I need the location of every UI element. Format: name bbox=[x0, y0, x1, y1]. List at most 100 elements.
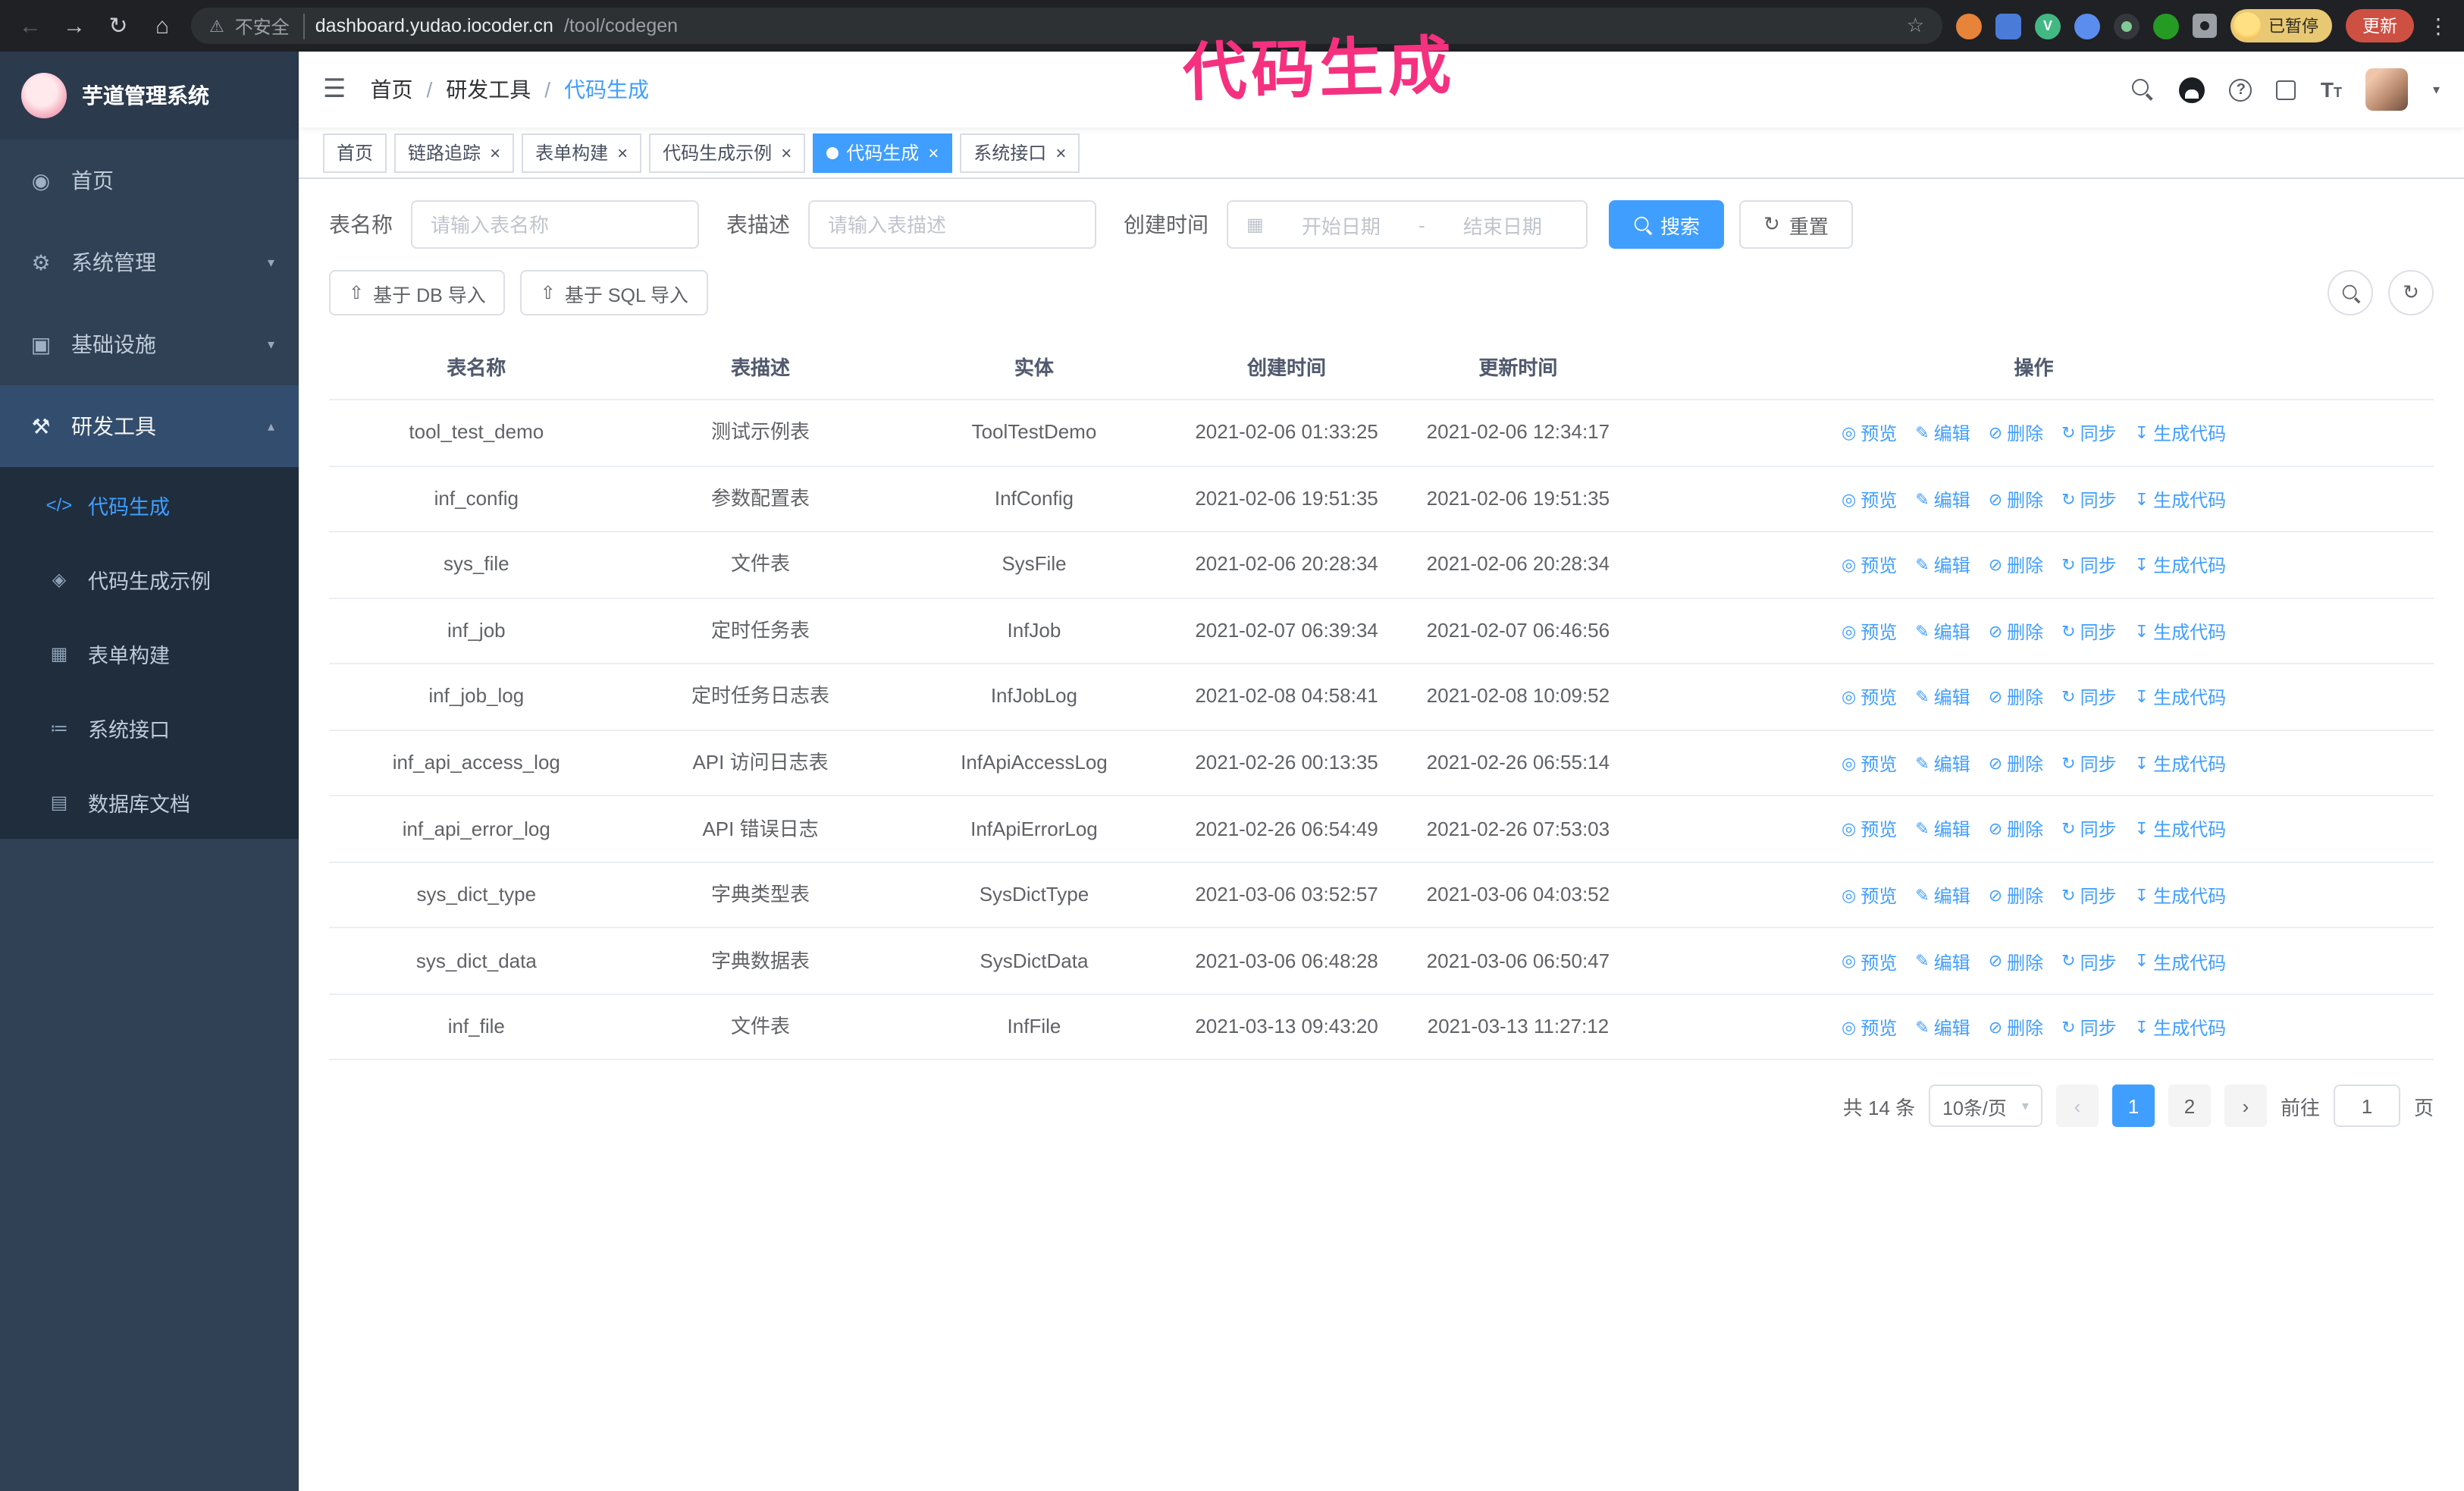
action-generate[interactable]: ↧ 生成代码 bbox=[2135, 419, 2226, 450]
action-sync[interactable]: ↻ 同步 bbox=[2061, 419, 2116, 450]
breadcrumb-item[interactable]: 研发工具 bbox=[446, 74, 531, 105]
close-icon[interactable]: × bbox=[1055, 142, 1066, 163]
sidebar-subitem-codegen-example[interactable]: ◈ 代码生成示例 bbox=[0, 541, 299, 616]
tab-codegen[interactable]: 代码生成 × bbox=[813, 133, 953, 172]
fullscreen-icon[interactable] bbox=[2276, 80, 2296, 99]
browser-menu-icon[interactable]: ⋮ bbox=[2428, 13, 2449, 39]
page-button-1[interactable]: 1 bbox=[2111, 1085, 2155, 1128]
action-edit[interactable]: ✎ 编辑 bbox=[1915, 749, 1970, 780]
sidebar-subitem-codegen[interactable]: </> 代码生成 bbox=[0, 467, 299, 541]
user-avatar[interactable] bbox=[2365, 68, 2409, 111]
import-sql-button[interactable]: ⇧ 基于 SQL 导入 bbox=[520, 270, 708, 315]
sidebar-item-system[interactable]: ⚙ 系统管理 ▾ bbox=[0, 221, 299, 303]
address-bar[interactable]: ⚠ 不安全 dashboard.yudao.iocoder.cn /tool/c… bbox=[191, 8, 1942, 44]
action-preview[interactable]: ◎ 预览 bbox=[1842, 683, 1897, 714]
action-delete[interactable]: ⊘ 删除 bbox=[1989, 749, 2043, 780]
action-generate[interactable]: ↧ 生成代码 bbox=[2135, 881, 2226, 912]
action-sync[interactable]: ↻ 同步 bbox=[2061, 881, 2116, 912]
tab-form-builder[interactable]: 表单构建 × bbox=[522, 133, 642, 172]
action-sync[interactable]: ↻ 同步 bbox=[2061, 617, 2116, 648]
hamburger-icon[interactable]: ☰ bbox=[323, 74, 346, 105]
prev-page-button[interactable]: ‹ bbox=[2055, 1085, 2099, 1128]
action-sync[interactable]: ↻ 同步 bbox=[2061, 1013, 2116, 1044]
action-sync[interactable]: ↻ 同步 bbox=[2061, 815, 2116, 846]
action-preview[interactable]: ◎ 预览 bbox=[1842, 749, 1897, 780]
bookmark-star-icon[interactable]: ☆ bbox=[1907, 14, 1924, 38]
extension-icon-4[interactable] bbox=[2114, 13, 2140, 39]
action-generate[interactable]: ↧ 生成代码 bbox=[2135, 617, 2226, 648]
sidebar-subitem-api[interactable]: ≔ 系统接口 bbox=[0, 690, 299, 764]
action-sync[interactable]: ↻ 同步 bbox=[2061, 551, 2116, 582]
sidebar-item-home[interactable]: ◉ 首页 bbox=[0, 140, 299, 221]
tab-home[interactable]: 首页 bbox=[323, 133, 387, 172]
extension-icon-1[interactable] bbox=[1956, 13, 1982, 39]
extension-icon-5[interactable] bbox=[2153, 13, 2179, 39]
action-preview[interactable]: ◎ 预览 bbox=[1842, 947, 1897, 978]
browser-home-icon[interactable]: ⌂ bbox=[147, 13, 177, 39]
action-delete[interactable]: ⊘ 删除 bbox=[1989, 485, 2043, 516]
action-preview[interactable]: ◎ 预览 bbox=[1842, 617, 1897, 648]
extensions-puzzle-icon[interactable] bbox=[2193, 14, 2217, 38]
forward-icon[interactable]: → bbox=[59, 13, 89, 39]
close-icon[interactable]: × bbox=[928, 142, 939, 163]
action-preview[interactable]: ◎ 预览 bbox=[1842, 881, 1897, 912]
action-edit[interactable]: ✎ 编辑 bbox=[1915, 419, 1970, 450]
sidebar-subitem-form-builder[interactable]: ▦ 表单构建 bbox=[0, 616, 299, 690]
back-icon[interactable]: ← bbox=[15, 13, 45, 39]
breadcrumb-item[interactable]: 首页 bbox=[371, 74, 413, 105]
action-delete[interactable]: ⊘ 删除 bbox=[1989, 419, 2043, 450]
sidebar-item-devtools[interactable]: ⚒ 研发工具 ▴ bbox=[0, 385, 299, 467]
goto-page-input[interactable] bbox=[2333, 1085, 2400, 1128]
browser-update-button[interactable]: 更新 bbox=[2346, 9, 2414, 42]
action-delete[interactable]: ⊘ 删除 bbox=[1989, 617, 2043, 648]
sidebar-subitem-db-doc[interactable]: ▤ 数据库文档 bbox=[0, 764, 299, 839]
security-label[interactable]: 不安全 bbox=[235, 13, 305, 39]
action-delete[interactable]: ⊘ 删除 bbox=[1989, 815, 2043, 846]
action-preview[interactable]: ◎ 预览 bbox=[1842, 815, 1897, 846]
action-generate[interactable]: ↧ 生成代码 bbox=[2135, 1013, 2226, 1044]
action-delete[interactable]: ⊘ 删除 bbox=[1989, 881, 2043, 912]
action-generate[interactable]: ↧ 生成代码 bbox=[2135, 815, 2226, 846]
action-preview[interactable]: ◎ 预览 bbox=[1842, 551, 1897, 582]
action-edit[interactable]: ✎ 编辑 bbox=[1915, 881, 1970, 912]
action-edit[interactable]: ✎ 编辑 bbox=[1915, 947, 1970, 978]
close-icon[interactable]: × bbox=[617, 142, 628, 163]
extension-icon-2[interactable] bbox=[1995, 13, 2021, 39]
page-button-2[interactable]: 2 bbox=[2168, 1085, 2211, 1128]
search-button[interactable]: 搜索 bbox=[1609, 200, 1725, 249]
font-size-icon[interactable]: TT bbox=[2321, 79, 2342, 100]
refresh-table-button[interactable]: ↻ bbox=[2388, 270, 2434, 315]
toggle-search-button[interactable] bbox=[2328, 270, 2373, 315]
action-sync[interactable]: ↻ 同步 bbox=[2061, 947, 2116, 978]
page-size-select[interactable]: 10条/页 ▾ bbox=[1929, 1085, 2042, 1128]
action-generate[interactable]: ↧ 生成代码 bbox=[2135, 683, 2226, 714]
vue-devtools-icon[interactable]: V bbox=[2035, 13, 2061, 39]
action-delete[interactable]: ⊘ 删除 bbox=[1989, 1013, 2043, 1044]
extension-icon-3[interactable] bbox=[2074, 13, 2100, 39]
tab-api[interactable]: 系统接口 × bbox=[960, 133, 1080, 172]
action-delete[interactable]: ⊘ 删除 bbox=[1989, 683, 2043, 714]
close-icon[interactable]: × bbox=[781, 142, 792, 163]
action-sync[interactable]: ↻ 同步 bbox=[2061, 749, 2116, 780]
action-edit[interactable]: ✎ 编辑 bbox=[1915, 551, 1970, 582]
action-edit[interactable]: ✎ 编辑 bbox=[1915, 815, 1970, 846]
action-edit[interactable]: ✎ 编辑 bbox=[1915, 683, 1970, 714]
action-delete[interactable]: ⊘ 删除 bbox=[1989, 551, 2043, 582]
action-sync[interactable]: ↻ 同步 bbox=[2061, 485, 2116, 516]
action-generate[interactable]: ↧ 生成代码 bbox=[2135, 749, 2226, 780]
action-preview[interactable]: ◎ 预览 bbox=[1842, 1013, 1897, 1044]
action-edit[interactable]: ✎ 编辑 bbox=[1915, 1013, 1970, 1044]
action-sync[interactable]: ↻ 同步 bbox=[2061, 683, 2116, 714]
browser-profile-chip[interactable]: 已暂停 bbox=[2230, 9, 2332, 42]
help-icon[interactable]: ? bbox=[2229, 78, 2252, 101]
action-delete[interactable]: ⊘ 删除 bbox=[1989, 947, 2043, 978]
app-logo[interactable]: 芋道管理系统 bbox=[0, 52, 299, 140]
next-page-button[interactable]: › bbox=[2224, 1085, 2267, 1128]
search-icon[interactable] bbox=[2132, 78, 2155, 101]
date-range-picker[interactable]: ▦ 开始日期 - 结束日期 bbox=[1227, 200, 1588, 249]
sidebar-item-infra[interactable]: ▣ 基础设施 ▾ bbox=[0, 303, 299, 385]
tab-codegen-example[interactable]: 代码生成示例 × bbox=[649, 133, 806, 172]
action-edit[interactable]: ✎ 编辑 bbox=[1915, 485, 1970, 516]
caret-down-icon[interactable]: ▾ bbox=[2433, 81, 2440, 98]
action-generate[interactable]: ↧ 生成代码 bbox=[2135, 551, 2226, 582]
